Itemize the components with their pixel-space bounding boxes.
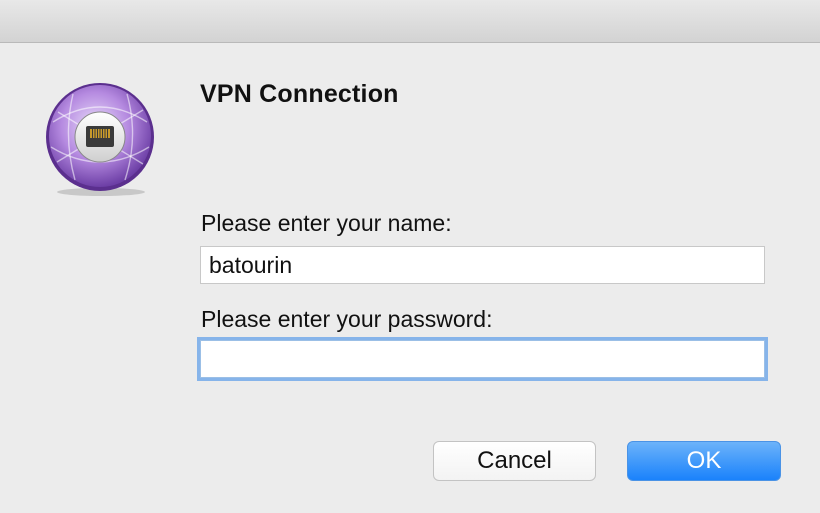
ok-button[interactable]: OK bbox=[627, 441, 781, 481]
window-titlebar[interactable] bbox=[0, 0, 820, 43]
vpn-network-icon bbox=[43, 82, 157, 196]
password-label: Please enter your password: bbox=[201, 306, 493, 332]
cancel-button[interactable]: Cancel bbox=[433, 441, 596, 481]
vpn-dialog: VPN Connection Please enter your name: P… bbox=[0, 0, 820, 513]
name-field[interactable] bbox=[200, 246, 765, 284]
password-field[interactable] bbox=[200, 340, 765, 378]
dialog-title: VPN Connection bbox=[200, 80, 399, 108]
name-label: Please enter your name: bbox=[201, 210, 452, 236]
